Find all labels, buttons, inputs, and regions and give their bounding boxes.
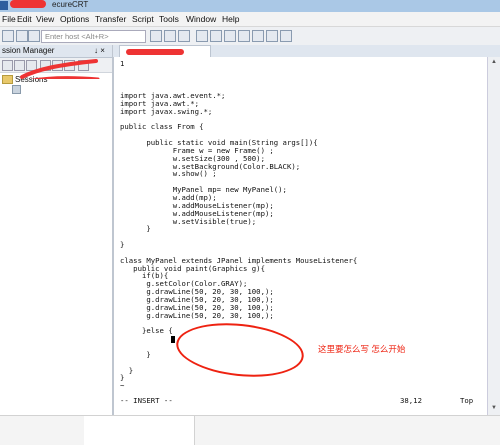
connect-session-icon[interactable]: [2, 60, 13, 71]
menu-help[interactable]: Help: [222, 14, 239, 24]
menu-options[interactable]: Options: [60, 14, 89, 24]
settings-icon[interactable]: [210, 30, 222, 42]
menu-transfer[interactable]: Transfer: [95, 14, 126, 24]
menu-file[interactable]: File: [2, 14, 16, 24]
session-manager: ssion Manager ↓ × Sessions: [0, 45, 113, 415]
host-input[interactable]: Enter host <Alt+R>: [41, 30, 146, 43]
redaction-scribble: [20, 59, 100, 79]
scroll-up-icon[interactable]: ▲: [490, 59, 498, 67]
bottom-area: [0, 415, 500, 445]
sftp-icon[interactable]: [252, 30, 264, 42]
redaction-scribble: [126, 49, 184, 55]
menu-tools[interactable]: Tools: [159, 14, 179, 24]
session-tab[interactable]: [119, 45, 211, 57]
title-bar: ecureCRT: [0, 0, 500, 12]
menu-edit[interactable]: Edit: [17, 14, 32, 24]
cursor-position: 38,12: [400, 396, 422, 405]
find-icon[interactable]: [178, 30, 190, 42]
menu-script[interactable]: Script: [132, 14, 154, 24]
bottom-panel: [84, 416, 195, 445]
toolbar: Enter host <Alt+R>: [0, 27, 500, 46]
scroll-down-icon[interactable]: ▼: [490, 405, 498, 413]
redaction-scribble: [10, 0, 46, 8]
annotation-text: 这里要怎么写 怎么开始: [318, 344, 406, 354]
vertical-scrollbar[interactable]: ▲ ▼: [487, 57, 500, 415]
toolbar-connect-icon[interactable]: [16, 30, 28, 42]
session-manager-title: ssion Manager: [2, 46, 55, 55]
first-line-marker: 1: [120, 59, 125, 68]
app-icon: [0, 1, 8, 10]
copy-icon[interactable]: [150, 30, 162, 42]
help-icon[interactable]: [266, 30, 278, 42]
toolbar-quick-icon[interactable]: [28, 30, 40, 42]
menu-view[interactable]: View: [36, 14, 54, 24]
status-line: -- INSERT -- 38,12 Top: [120, 396, 482, 406]
toolbar-edit-icon[interactable]: [2, 30, 14, 42]
scroll-position: Top: [460, 396, 474, 405]
menu-bar: File Edit View Options Transfer Script T…: [0, 12, 500, 27]
about-icon[interactable]: [280, 30, 292, 42]
print-icon[interactable]: [196, 30, 208, 42]
terminal-editor[interactable]: import java.awt.event.*; import java.awt…: [113, 57, 488, 415]
text-cursor: [171, 336, 175, 343]
options-icon[interactable]: [224, 30, 236, 42]
session-manager-pin[interactable]: ↓ ×: [94, 46, 105, 55]
paste-icon[interactable]: [164, 30, 176, 42]
window-title: ecureCRT: [52, 0, 89, 9]
session-icon: [12, 85, 21, 95]
tree-item-session[interactable]: [12, 85, 23, 95]
keymap-icon[interactable]: [238, 30, 250, 42]
menu-window[interactable]: Window: [186, 14, 216, 24]
editor-mode: -- INSERT --: [120, 396, 173, 405]
folder-icon: [2, 75, 13, 85]
